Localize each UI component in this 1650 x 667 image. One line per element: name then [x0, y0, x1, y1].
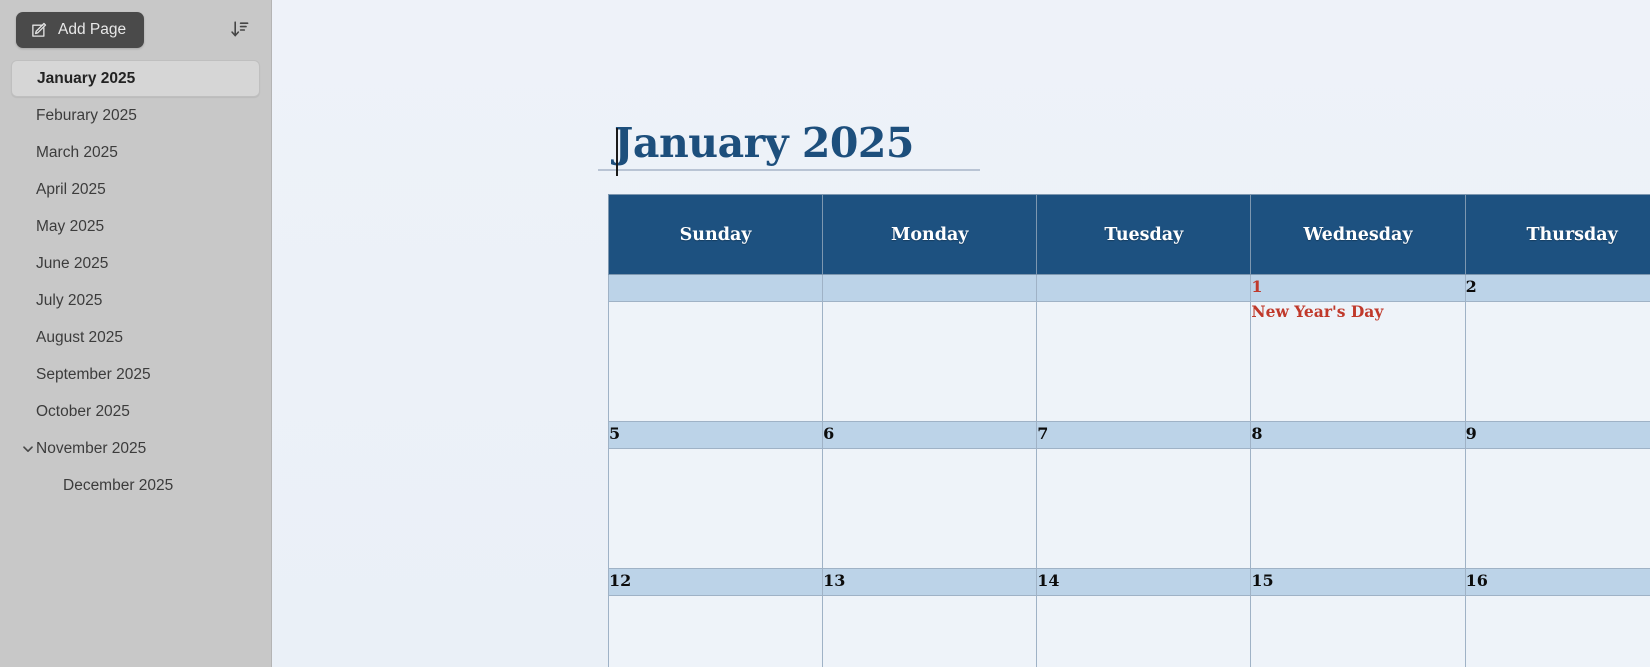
page-list: January 2025 Feburary 2025 March 2025 April… [0, 60, 271, 504]
sidebar-item-january-2025[interactable]: January 2025 [11, 60, 260, 97]
page-title[interactable]: January 2025 [598, 121, 980, 165]
date-number-cell[interactable] [822, 274, 1038, 302]
sidebar-item-july-2025[interactable]: July 2025 [11, 282, 260, 319]
date-number-cell[interactable]: 14 [1036, 568, 1252, 596]
date-number-cell[interactable]: 6 [822, 421, 1038, 449]
sidebar-item-may-2025[interactable]: May 2025 [11, 208, 260, 245]
sidebar-item-april-2025[interactable]: April 2025 [11, 171, 260, 208]
sort-descending-button[interactable] [223, 13, 257, 47]
sidebar-item-label: September 2025 [36, 365, 151, 383]
sidebar-item-september-2025[interactable]: September 2025 [11, 356, 260, 393]
day-content-cell[interactable]: New Year's Day [1250, 301, 1466, 422]
sidebar-item-august-2025[interactable]: August 2025 [11, 319, 260, 356]
sidebar-item-label: August 2025 [36, 328, 124, 346]
day-content-cell[interactable] [1464, 301, 1650, 422]
day-content-cell[interactable] [1250, 595, 1466, 667]
add-page-label: Add Page [58, 21, 127, 38]
sidebar-item-label: Feburary 2025 [36, 106, 137, 124]
day-content-cell[interactable] [1250, 448, 1466, 569]
day-content-cell[interactable] [822, 301, 1038, 422]
day-content-cell[interactable] [1036, 301, 1252, 422]
sidebar-toolbar: Add Page [0, 0, 271, 60]
date-number-cell[interactable]: 16 [1464, 568, 1650, 596]
sidebar-item-feburary-2025[interactable]: Feburary 2025 [11, 97, 260, 134]
date-number-cell[interactable]: 9 [1464, 421, 1650, 449]
week-content-row: New Year's Day [607, 301, 1650, 422]
date-number-cell[interactable]: 2 [1464, 274, 1650, 302]
compose-icon [30, 21, 48, 39]
sidebar-item-label: May 2025 [36, 217, 105, 235]
sidebar-item-label: January 2025 [37, 69, 136, 87]
date-number-cell[interactable]: 7 [1036, 421, 1252, 449]
sidebar-item-november-2025[interactable]: November 2025 [11, 430, 260, 467]
weekday-header-thursday: Thursday [1464, 194, 1650, 275]
date-number-cell[interactable]: 13 [822, 568, 1038, 596]
page-sidebar: Add Page January 2025 Feburary 2025 March … [0, 0, 272, 667]
sidebar-item-march-2025[interactable]: March 2025 [11, 134, 260, 171]
sidebar-item-october-2025[interactable]: October 2025 [11, 393, 260, 430]
day-content-cell[interactable] [607, 595, 824, 667]
day-content-cell[interactable] [822, 595, 1038, 667]
day-content-cell[interactable] [607, 448, 824, 569]
week-content-row [607, 448, 1650, 569]
date-number-row: 12131415161718 [607, 568, 1650, 596]
chevron-down-icon[interactable] [21, 442, 35, 456]
weekday-header-wednesday: Wednesday [1250, 194, 1466, 275]
week-content-row [607, 595, 1650, 667]
sort-descending-icon [230, 19, 250, 42]
weekday-header-row: SundayMondayTuesdayWednesdayThursdayFrid… [607, 194, 1650, 275]
sidebar-item-label: July 2025 [36, 291, 103, 309]
sidebar-item-june-2025[interactable]: June 2025 [11, 245, 260, 282]
sidebar-item-december-2025[interactable]: December 2025 [11, 467, 260, 504]
weekday-header-sunday: Sunday [607, 194, 824, 275]
calendar-body: 1234New Year's Day5678910111213141516171… [607, 274, 1650, 667]
date-number-cell[interactable]: 1 [1250, 274, 1466, 302]
day-content-cell[interactable] [1036, 448, 1252, 569]
date-number-cell[interactable] [1036, 274, 1252, 302]
day-content-cell[interactable] [1464, 595, 1650, 667]
date-number-cell[interactable]: 12 [607, 568, 824, 596]
calendar-app-window: Add Page January 2025 Feburary 2025 March … [0, 0, 1650, 667]
day-content-cell[interactable] [1036, 595, 1252, 667]
calendar-grid: SundayMondayTuesdayWednesdayThursdayFrid… [607, 194, 1650, 667]
date-number-cell[interactable]: 15 [1250, 568, 1466, 596]
day-content-cell[interactable] [607, 301, 824, 422]
document-title-block: January 2025 [598, 121, 980, 172]
sidebar-item-label: April 2025 [36, 180, 106, 198]
sidebar-item-label: March 2025 [36, 143, 118, 161]
day-content-cell[interactable] [1464, 448, 1650, 569]
text-cursor [616, 128, 618, 176]
date-number-cell[interactable]: 5 [607, 421, 824, 449]
add-page-button[interactable]: Add Page [16, 12, 145, 48]
event-label[interactable]: New Year's Day [1251, 302, 1464, 321]
date-number-row: 1234 [607, 274, 1650, 302]
weekday-header-monday: Monday [822, 194, 1038, 275]
document-canvas: January 2025 Sunday Monday Tuesday Wednesda… [272, 0, 1650, 667]
sidebar-item-label: November 2025 [36, 439, 147, 457]
sidebar-item-label: October 2025 [36, 402, 130, 420]
day-content-cell[interactable] [822, 448, 1038, 569]
sidebar-item-label: June 2025 [36, 254, 109, 272]
date-number-row: 567891011 [607, 421, 1650, 449]
date-number-cell[interactable] [607, 274, 824, 302]
calendar-header-row-group: SundayMondayTuesdayWednesdayThursdayFrid… [607, 194, 1650, 275]
date-number-cell[interactable]: 8 [1250, 421, 1466, 449]
weekday-header-tuesday: Tuesday [1036, 194, 1252, 275]
sidebar-item-label: December 2025 [63, 476, 174, 494]
